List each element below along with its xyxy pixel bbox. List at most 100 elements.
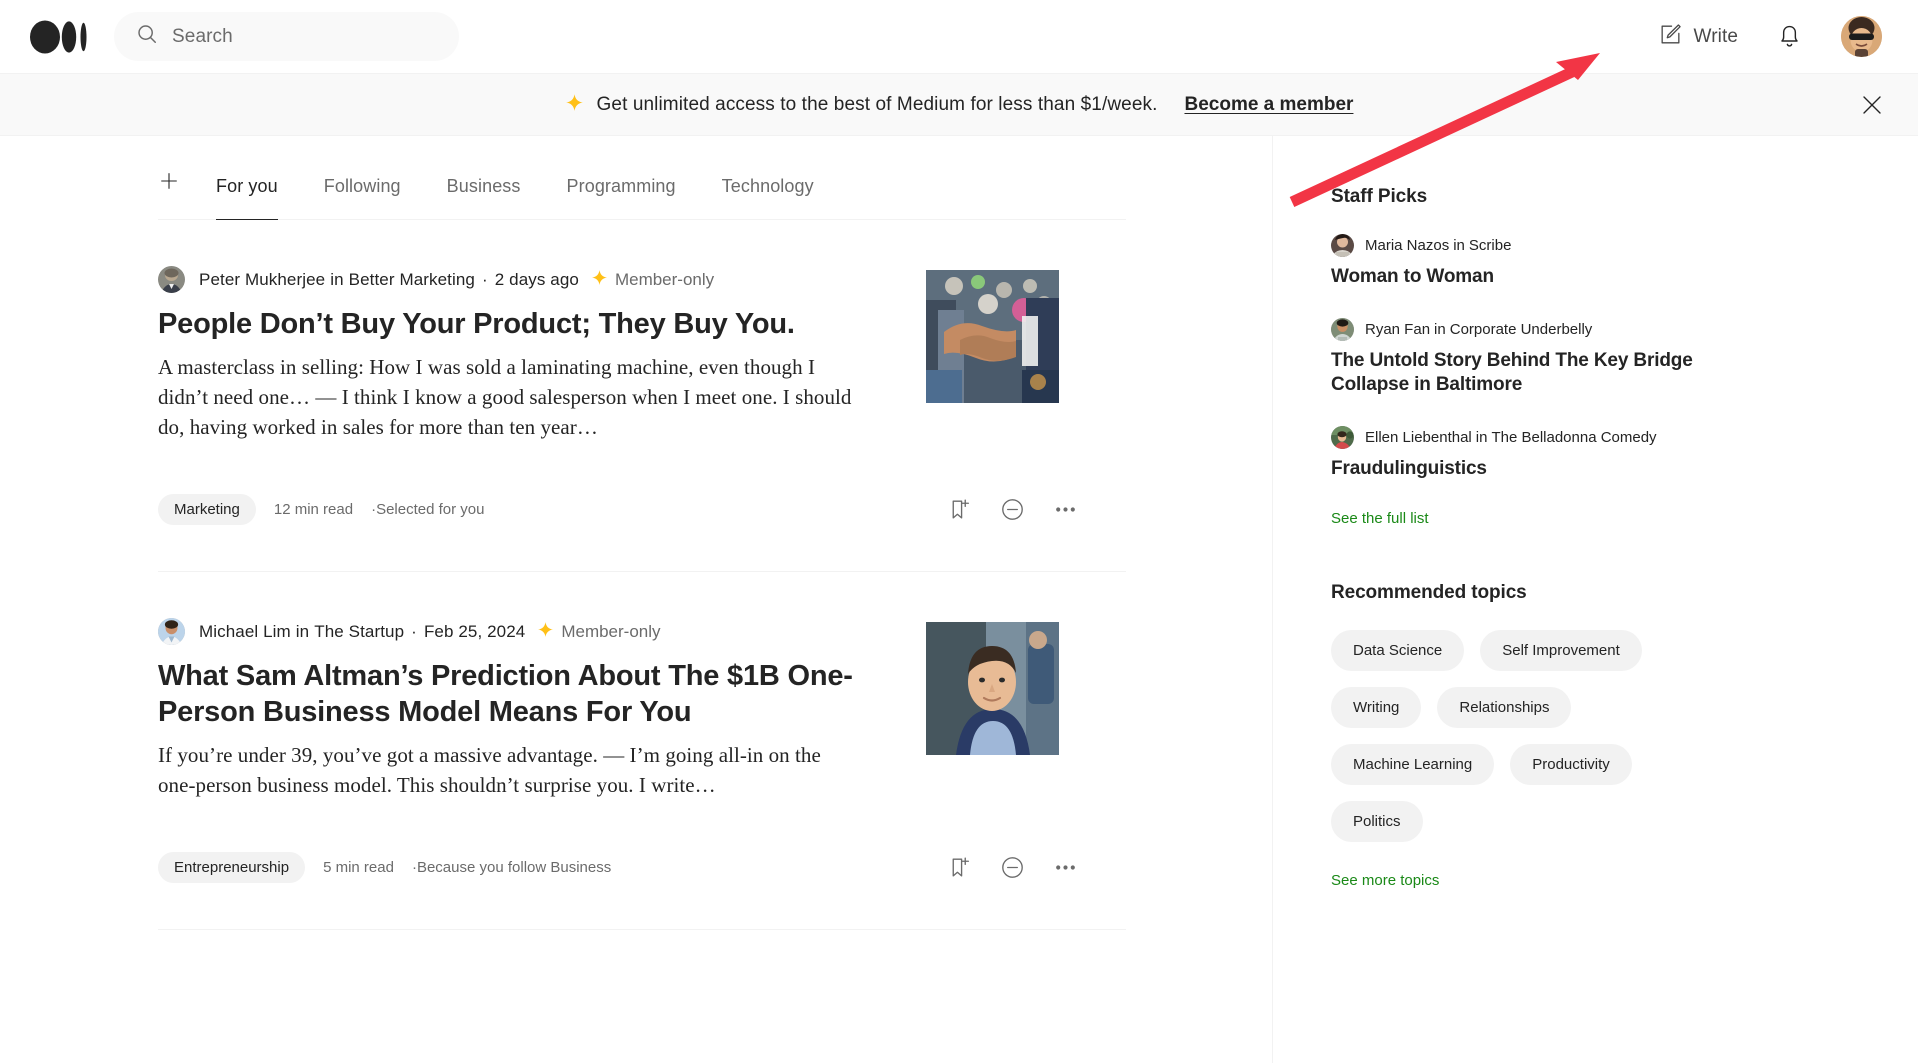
- topic-pill-self-improvement[interactable]: Self Improvement: [1480, 629, 1642, 671]
- minus-circle-icon[interactable]: [1000, 497, 1025, 522]
- avatar[interactable]: [1841, 16, 1882, 57]
- article-actions: [947, 497, 1126, 522]
- article-content-row: Michael Lim in The Startup · Feb 25, 202…: [158, 618, 1126, 800]
- promo-content: Get unlimited access to the best of Medi…: [565, 93, 1353, 117]
- staff-pick-author[interactable]: Ellen Liebenthal: [1365, 429, 1472, 446]
- ellipsis-icon[interactable]: [1053, 855, 1078, 880]
- byline-author[interactable]: Peter Mukherjee: [199, 270, 325, 290]
- write-button-label: Write: [1693, 25, 1738, 47]
- article-byline: Peter Mukherjee in Better Marketing · 2 …: [158, 266, 858, 293]
- member-only-label: Member-only: [614, 269, 715, 289]
- staff-pick-publication[interactable]: The Belladonna Comedy: [1491, 429, 1656, 446]
- byline-date: Feb 25, 2024: [423, 621, 526, 641]
- see-the-full-list-link[interactable]: See the full list: [1331, 510, 1429, 527]
- article-actions: [947, 855, 1126, 880]
- article-read-time: 12 min read: [273, 501, 354, 519]
- feed-article-card[interactable]: Michael Lim in The Startup · Feb 25, 202…: [158, 572, 1126, 931]
- article-tag[interactable]: Entrepreneurship: [158, 852, 306, 884]
- tab-for-you[interactable]: For you: [216, 176, 278, 220]
- article-reason: Selected for you: [376, 501, 485, 519]
- article-title[interactable]: What Sam Altman’s Prediction About The $…: [158, 659, 858, 730]
- ellipsis-icon[interactable]: [1053, 497, 1078, 522]
- staff-pick-author[interactable]: Ryan Fan: [1365, 321, 1430, 338]
- staff-pick-item[interactable]: Ryan Fan in Corporate Underbelly The Unt…: [1331, 317, 1918, 398]
- staff-pick-in-word: in: [1475, 429, 1488, 447]
- staff-pick-author[interactable]: Maria Nazos: [1365, 237, 1449, 254]
- article-thumbnail[interactable]: [926, 622, 1059, 756]
- topic-pill-politics[interactable]: Politics: [1331, 800, 1423, 842]
- star-icon: [565, 93, 584, 117]
- staff-pick-byline: Ellen Liebenthal in The Belladonna Comed…: [1331, 426, 1918, 450]
- write-button[interactable]: Write: [1658, 22, 1738, 52]
- author-avatar[interactable]: [158, 266, 185, 293]
- medium-logo-icon: [30, 19, 88, 55]
- byline-dot: ·: [482, 269, 488, 289]
- staff-pick-item[interactable]: Ellen Liebenthal in The Belladonna Comed…: [1331, 426, 1918, 482]
- topic-pill-productivity[interactable]: Productivity: [1510, 743, 1632, 785]
- search-icon: [136, 23, 158, 50]
- recommended-topics-list: Data Science Self Improvement Writing Re…: [1331, 629, 1731, 842]
- bookmark-plus-icon[interactable]: [947, 855, 972, 880]
- medium-logo-link[interactable]: [28, 19, 88, 55]
- staff-pick-byline: Maria Nazos in Scribe: [1331, 234, 1918, 257]
- tab-programming[interactable]: Programming: [567, 176, 676, 219]
- medium-homepage: Search Write Get unlimited access to the…: [0, 0, 1918, 1063]
- write-pencil-square-icon: [1658, 22, 1683, 52]
- staff-pick-title[interactable]: The Untold Story Behind The Key Bridge C…: [1331, 349, 1721, 398]
- author-avatar[interactable]: [1331, 426, 1354, 450]
- bookmark-plus-icon[interactable]: [947, 497, 972, 522]
- staff-pick-item[interactable]: Maria Nazos in Scribe Woman to Woman: [1331, 234, 1918, 290]
- staff-pick-title[interactable]: Woman to Woman: [1331, 265, 1721, 290]
- staff-pick-publication[interactable]: Corporate Underbelly: [1450, 321, 1593, 338]
- article-excerpt: A masterclass in selling: How I was sold…: [158, 355, 852, 440]
- staff-pick-publication[interactable]: Scribe: [1469, 237, 1512, 254]
- byline-in-word: in: [330, 269, 344, 289]
- tab-following[interactable]: Following: [324, 176, 401, 219]
- close-promo-button[interactable]: [1860, 93, 1884, 117]
- top-navigation-bar: Search Write: [0, 0, 1918, 74]
- see-more-topics-link[interactable]: See more topics: [1331, 872, 1439, 889]
- feed-column: For you Following Business Programming T…: [0, 136, 1272, 1063]
- article-divider: [158, 929, 1126, 931]
- author-avatar[interactable]: [1331, 317, 1354, 341]
- notifications-button[interactable]: [1776, 23, 1803, 50]
- tab-business[interactable]: Business: [447, 176, 521, 219]
- article-tag[interactable]: Marketing: [158, 494, 256, 526]
- membership-promo-banner: Get unlimited access to the best of Medi…: [0, 74, 1918, 136]
- byline-publication[interactable]: The Startup: [314, 622, 404, 642]
- article-text-block: Michael Lim in The Startup · Feb 25, 202…: [158, 618, 858, 800]
- article-content-row: Peter Mukherjee in Better Marketing · 2 …: [158, 266, 1126, 442]
- topic-pill-data-science[interactable]: Data Science: [1331, 629, 1465, 671]
- topic-pill-machine-learning[interactable]: Machine Learning: [1331, 743, 1495, 785]
- staff-pick-in-word: in: [1434, 320, 1446, 338]
- sidebar: Staff Picks Maria Nazos in Scribe Woman …: [1273, 136, 1918, 1063]
- topic-pill-relationships[interactable]: Relationships: [1437, 686, 1572, 728]
- author-avatar[interactable]: [1331, 234, 1354, 257]
- tab-technology[interactable]: Technology: [722, 176, 814, 219]
- article-thumbnail[interactable]: [926, 270, 1059, 403]
- close-icon: [1860, 95, 1884, 121]
- topic-pill-writing[interactable]: Writing: [1331, 686, 1422, 728]
- article-byline: Michael Lim in The Startup · Feb 25, 202…: [158, 618, 858, 646]
- article-read-time: 5 min read: [323, 859, 394, 877]
- search-input[interactable]: Search: [114, 12, 459, 61]
- become-a-member-link[interactable]: Become a member: [1184, 94, 1353, 116]
- recommended-topics-heading: Recommended topics: [1331, 581, 1527, 603]
- feed-article-card[interactable]: Peter Mukherjee in Better Marketing · 2 …: [158, 220, 1126, 573]
- staff-pick-title[interactable]: Fraudulinguistics: [1331, 457, 1721, 482]
- feed-tabs: For you Following Business Programming T…: [158, 136, 1126, 220]
- nav-right-group: Write: [1658, 16, 1890, 57]
- byline-author[interactable]: Michael Lim: [199, 622, 291, 642]
- staff-pick-in-word: in: [1453, 237, 1465, 254]
- member-only-label: Member-only: [561, 621, 661, 641]
- byline-in-word: in: [295, 621, 310, 641]
- star-icon: [591, 269, 608, 291]
- staff-picks-heading: Staff Picks: [1331, 186, 1428, 207]
- author-avatar[interactable]: [158, 618, 185, 646]
- member-only-badge: Member-only: [591, 269, 714, 291]
- minus-circle-icon[interactable]: [1000, 855, 1025, 880]
- byline-publication[interactable]: Better Marketing: [349, 270, 475, 290]
- article-title[interactable]: People Don’t Buy Your Product; They Buy …: [158, 307, 858, 342]
- add-tab-button[interactable]: [158, 170, 216, 219]
